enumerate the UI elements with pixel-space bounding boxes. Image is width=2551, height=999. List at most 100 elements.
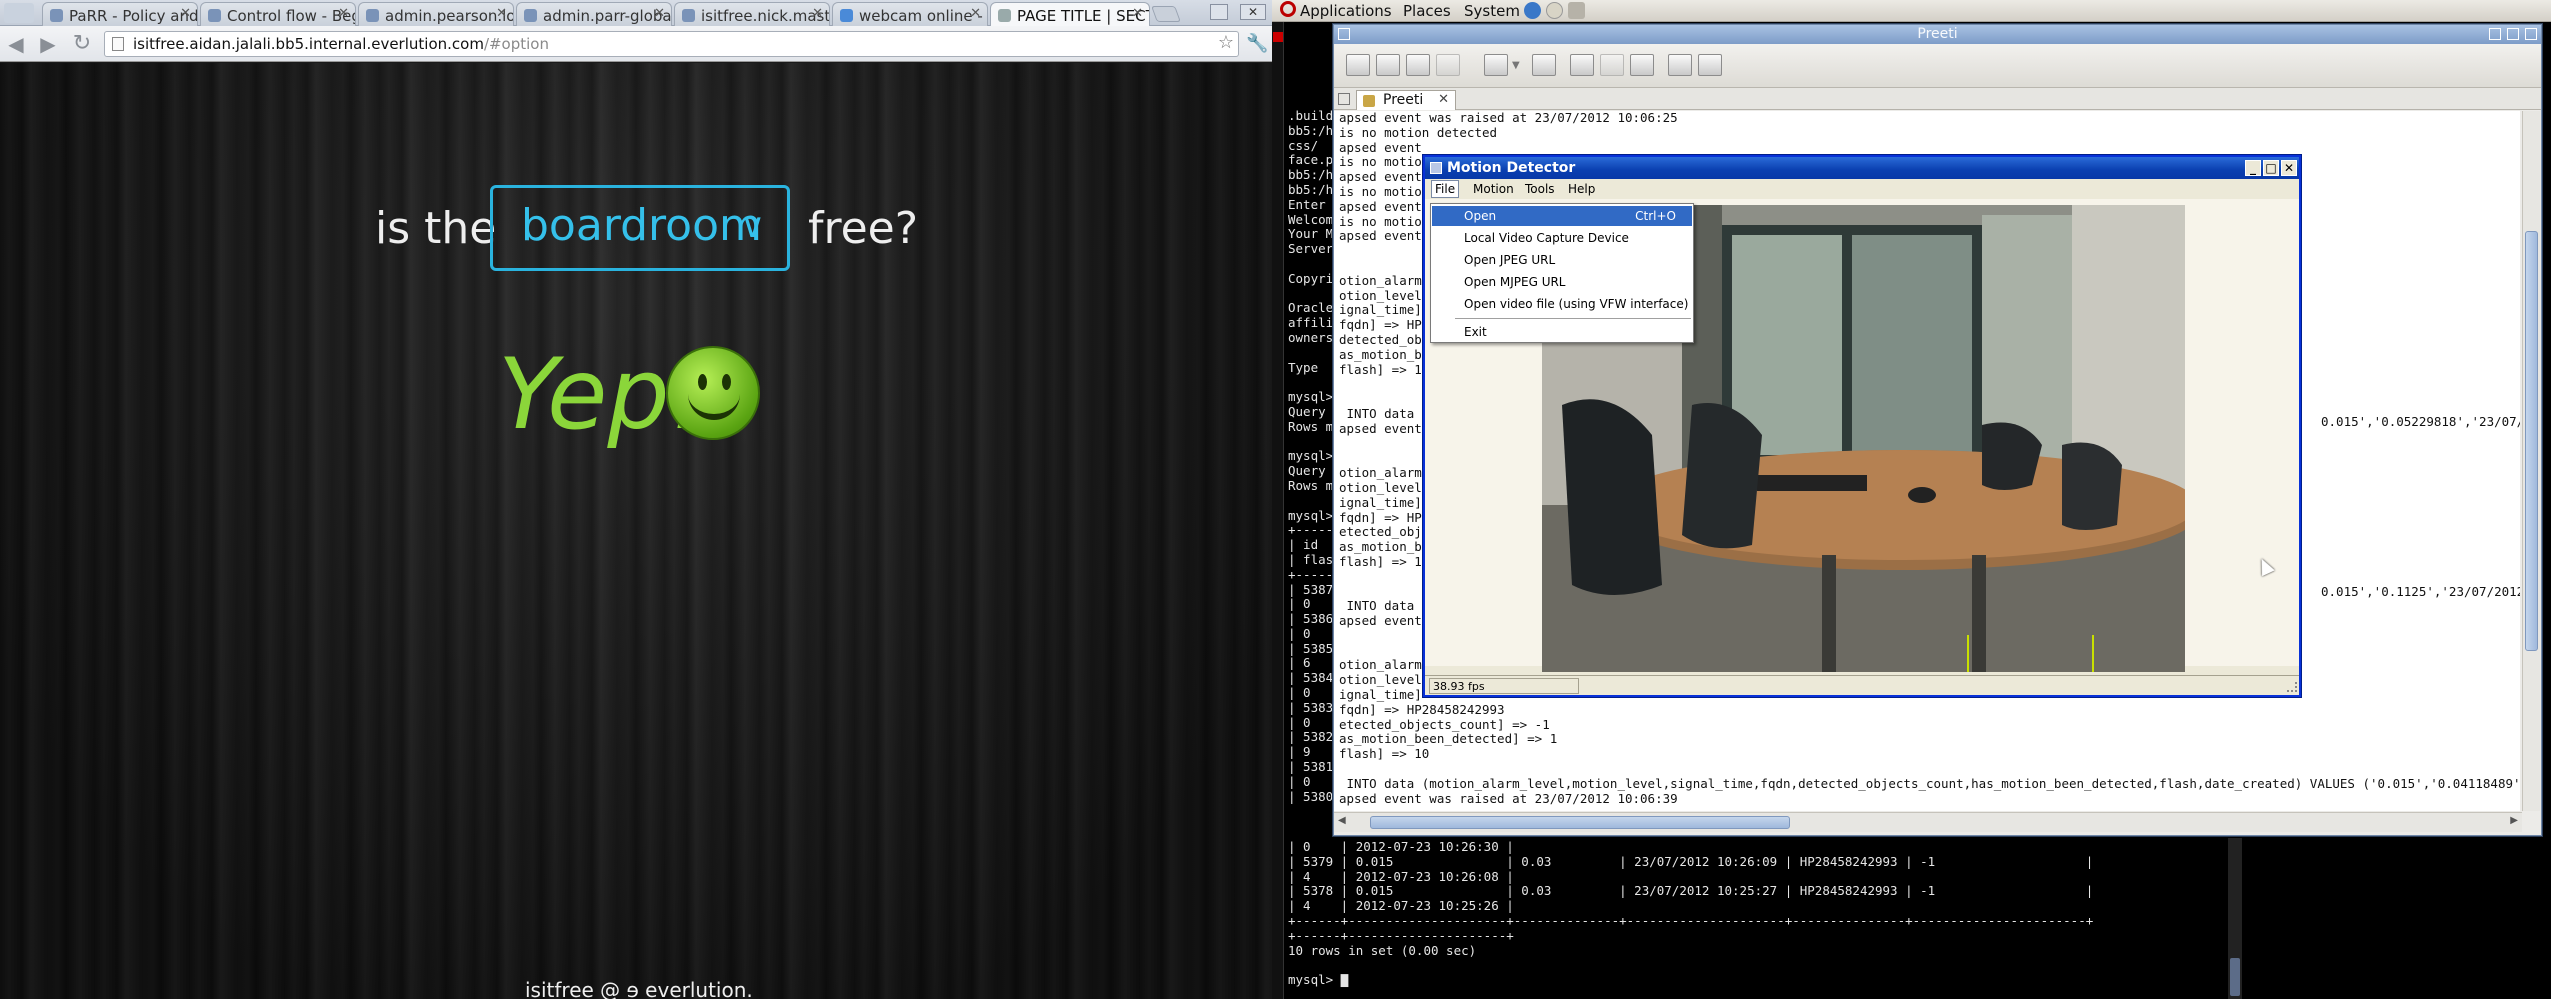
close-tab-icon[interactable]: ✕ [970,6,981,21]
debian-logo-icon[interactable] [1280,1,1296,17]
tab-webcam-online[interactable]: webcam online - ✕ [832,2,988,26]
reload-icon[interactable]: ↻ [70,32,94,56]
preeti-title: Preeti [1917,26,1958,42]
tab-label: admin.pearson.lo [385,7,514,25]
minimize-icon[interactable] [2489,28,2501,40]
notification-icon[interactable] [1273,32,1283,42]
terminal-line: 10 rows in set (0.00 sec) [1288,942,1477,958]
preeti-horizontal-scrollbar[interactable]: ◀ ▶ [1334,812,2522,832]
terminal-scroll-thumb[interactable] [2230,958,2240,996]
split-horizontal-icon[interactable] [1570,54,1594,76]
favicon-icon [524,9,537,22]
close-tab-icon[interactable]: ✕ [1132,6,1143,21]
menu-item-exit[interactable]: Exit [1432,322,1692,342]
back-arrow-icon[interactable]: ◀ [4,32,28,56]
terminal-line: Server [1288,241,1334,257]
terminal-scrollbar[interactable] [2228,838,2242,999]
menu-tools[interactable]: Tools [1525,182,1555,196]
applications-menu[interactable]: Applications [1300,2,1392,20]
terminal-line: | 5385 [1288,640,1334,656]
tab-label: isitfree.nick.mast [701,7,830,25]
preeti-title-bar[interactable]: Preeti [1334,25,2541,44]
resize-grip-icon[interactable] [2287,682,2297,692]
address-bar[interactable]: isitfree.aidan.jalali.bb5.internal.everl… [104,31,1239,57]
copy-icon[interactable] [1436,54,1460,76]
tab-parr-policy[interactable]: PaRR - Policy and ✕ [42,2,198,26]
tab-isitfree-nick[interactable]: isitfree.nick.mast ✕ [674,2,830,26]
close-icon[interactable]: ✕ [2281,160,2297,176]
maximize-icon[interactable]: □ [2263,160,2279,176]
tab-admin-pearson[interactable]: admin.pearson.lo ✕ [358,2,514,26]
terminal-line: | 5379 | 0.015 | 0.03 | 23/07/2012 10:26… [1288,853,2094,869]
tab-preeti[interactable]: Preeti ✕ [1356,90,1456,110]
preeti-vertical-scrollbar[interactable] [2522,111,2540,811]
menu-item-local-capture[interactable]: Local Video Capture Device [1432,228,1692,248]
tab-strip: PaRR - Policy and ✕ Control flow - Beg ✕ a… [0,0,1272,26]
menu-motion[interactable]: Motion [1473,182,1514,196]
menu-file[interactable]: File [1431,180,1460,198]
forward-arrow-icon[interactable]: ▶ [36,32,60,56]
settings-icon[interactable] [1406,54,1430,76]
terminal-line: | 0 [1288,714,1311,730]
wrench-icon[interactable]: 🔧 [1246,33,1268,54]
scroll-right-icon[interactable]: ▶ [2510,815,2518,826]
menu-item-open-mjpeg[interactable]: Open MJPEG URL [1432,272,1692,292]
settings-launcher-icon[interactable] [1568,2,1585,19]
menu-help[interactable]: Help [1568,182,1595,196]
window-minimize-icon[interactable] [1210,4,1228,20]
new-tab-button[interactable] [1151,6,1181,22]
new-tab-icon[interactable] [1346,54,1370,76]
zoom-icon[interactable] [1484,54,1508,76]
close-icon[interactable] [2525,28,2537,40]
horizontal-scroll-thumb[interactable] [1370,816,1790,829]
tab-admin-parr-global[interactable]: admin.parr-globa ✕ [516,2,672,26]
browser-menu-icon[interactable] [4,3,34,23]
new-window-icon[interactable] [1376,54,1400,76]
motion-title-bar[interactable]: Motion Detector _ □ ✕ [1425,157,2299,179]
terminal-line: Rows m [1288,477,1334,493]
mail-launcher-icon[interactable] [1546,2,1563,19]
close-tab-icon[interactable]: ✕ [1438,92,1449,107]
terminal-line: | 0 [1288,596,1311,612]
close-tab-icon[interactable]: ✕ [812,6,823,21]
close-tab-icon[interactable]: ✕ [180,6,191,21]
places-menu[interactable]: Places [1403,2,1451,20]
minimize-icon[interactable]: _ [2245,160,2261,176]
split-vertical-icon[interactable] [1600,54,1624,76]
log-value-1: 0.015','0.05229818','23/07/2012 [2321,414,2520,429]
log-line: apsed event was raised at 23/07/2012 10:… [1339,790,1678,806]
terminal-line: affili [1288,315,1334,331]
scroll-left-icon[interactable]: ◀ [1338,815,1346,826]
download-icon[interactable] [1668,54,1692,76]
terminal-line: face.p [1288,152,1334,168]
terminal-line: +----- [1288,522,1334,538]
terminal-line: | 5387 [1288,581,1334,597]
window-menu-icon[interactable] [1338,28,1350,40]
menu-item-open-video-file[interactable]: Open video file (using VFW interface) [1432,294,1692,314]
maximize-icon[interactable] [2507,28,2519,40]
preferences-icon[interactable] [1630,54,1654,76]
close-tab-icon[interactable]: ✕ [654,6,665,21]
room-select[interactable]: boardroom ∨ [490,185,790,271]
dropdown-arrow-icon[interactable]: ▼ [1512,60,1520,71]
close-tab-icon[interactable]: ✕ [338,6,349,21]
vertical-scroll-thumb[interactable] [2525,231,2538,651]
terminal-line: | id [1288,537,1319,553]
window-close-icon[interactable]: ✕ [1240,4,1266,20]
bookmark-star-icon[interactable]: ☆ [1218,32,1234,53]
close-tab-icon[interactable]: ✕ [496,6,507,21]
fullscreen-icon[interactable] [1698,54,1722,76]
search-icon[interactable] [1532,54,1556,76]
terminal-line: mysql> [1288,448,1334,464]
system-menu[interactable]: System [1464,2,1520,20]
favicon-icon [998,9,1011,22]
terminal-line: mysql> [1288,507,1334,523]
tab-page-title-active[interactable]: PAGE TITLE | SECT ✕ [990,2,1150,26]
menu-item-open[interactable]: Open Ctrl+O [1432,206,1692,226]
tab-list-icon[interactable] [1338,93,1350,105]
menu-item-open-jpeg[interactable]: Open JPEG URL [1432,250,1692,270]
tab-control-flow[interactable]: Control flow - Beg ✕ [200,2,356,26]
browser-launcher-icon[interactable] [1524,2,1541,19]
log-line: apsed event was raised at 23/07/2012 10:… [1339,111,1678,125]
